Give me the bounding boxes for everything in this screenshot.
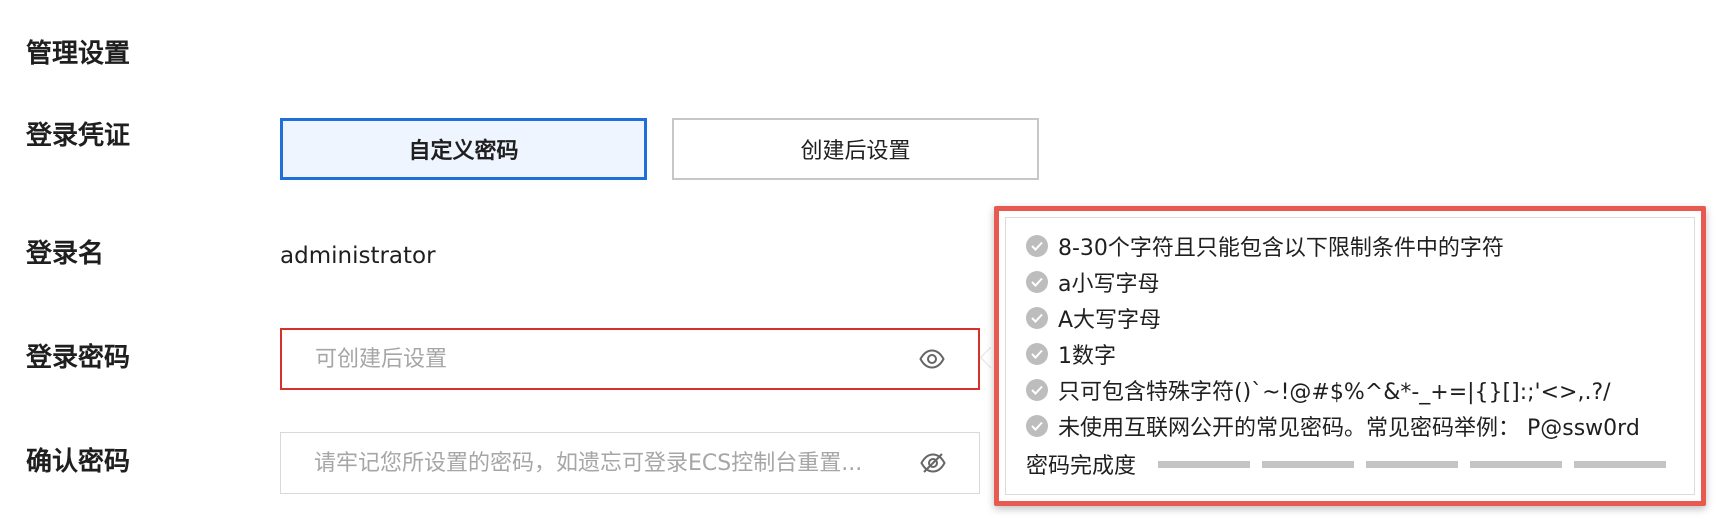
password-rule-uppercase: A大写字母 (1026, 300, 1694, 336)
login-credential-label: 登录凭证 (26, 121, 131, 151)
confirm-password-input[interactable] (281, 432, 917, 494)
password-strength-label: 密码完成度 (1026, 454, 1137, 479)
password-rule-text: 1数字 (1058, 344, 1116, 369)
strength-segment (1470, 460, 1563, 468)
password-rule-text: 8-30个字符且只能包含以下限制条件中的字符 (1058, 236, 1504, 261)
login-name-label: 登录名 (26, 239, 105, 269)
password-rule-lowercase: a小写字母 (1026, 264, 1694, 300)
password-strength-bars (1158, 460, 1667, 468)
password-rules-popover: 8-30个字符且只能包含以下限制条件中的字符 a小写字母 A大写字母 1数字 只… (994, 206, 1706, 506)
confirm-password-label: 确认密码 (26, 447, 131, 477)
section-title: 管理设置 (26, 39, 131, 69)
login-password-label: 登录密码 (26, 343, 131, 373)
strength-segment (1262, 460, 1355, 468)
strength-segment (1574, 460, 1667, 468)
check-circle-icon (1026, 235, 1048, 257)
password-rule-length: 8-30个字符且只能包含以下限制条件中的字符 (1026, 228, 1694, 264)
check-circle-icon (1026, 271, 1048, 293)
set-after-creation-button[interactable]: 创建后设置 (672, 118, 1039, 180)
password-rule-digit: 1数字 (1026, 336, 1694, 372)
eye-off-icon[interactable] (917, 447, 949, 479)
login-password-field[interactable] (280, 328, 980, 390)
eye-icon[interactable] (916, 343, 948, 375)
password-rule-text: 未使用互联网公开的常见密码。常见密码举例： P@ssw0rd (1058, 416, 1640, 441)
password-rule-text: a小写字母 (1058, 272, 1160, 297)
check-circle-icon (1026, 415, 1048, 437)
password-rule-special-chars: 只可包含特殊字符()`~!@#$%^&*-_+=|{}[]:;'<>,.?/ (1026, 372, 1694, 408)
confirm-password-field[interactable] (280, 432, 980, 494)
password-rules-panel: 8-30个字符且只能包含以下限制条件中的字符 a小写字母 A大写字母 1数字 只… (1005, 217, 1695, 495)
login-password-input[interactable] (282, 329, 916, 389)
check-circle-icon (1026, 379, 1048, 401)
strength-segment (1366, 460, 1459, 468)
password-rule-text: A大写字母 (1058, 308, 1162, 333)
check-circle-icon (1026, 343, 1048, 365)
password-strength-meter: 密码完成度 (1026, 444, 1694, 484)
password-rule-common-password: 未使用互联网公开的常见密码。常见密码举例： P@ssw0rd (1026, 408, 1694, 444)
custom-password-button[interactable]: 自定义密码 (280, 118, 647, 180)
strength-segment (1158, 460, 1251, 468)
check-circle-icon (1026, 307, 1048, 329)
login-name-value: administrator (280, 243, 436, 269)
password-rule-text: 只可包含特殊字符()`~!@#$%^&*-_+=|{}[]:;'<>,.?/ (1058, 380, 1611, 405)
